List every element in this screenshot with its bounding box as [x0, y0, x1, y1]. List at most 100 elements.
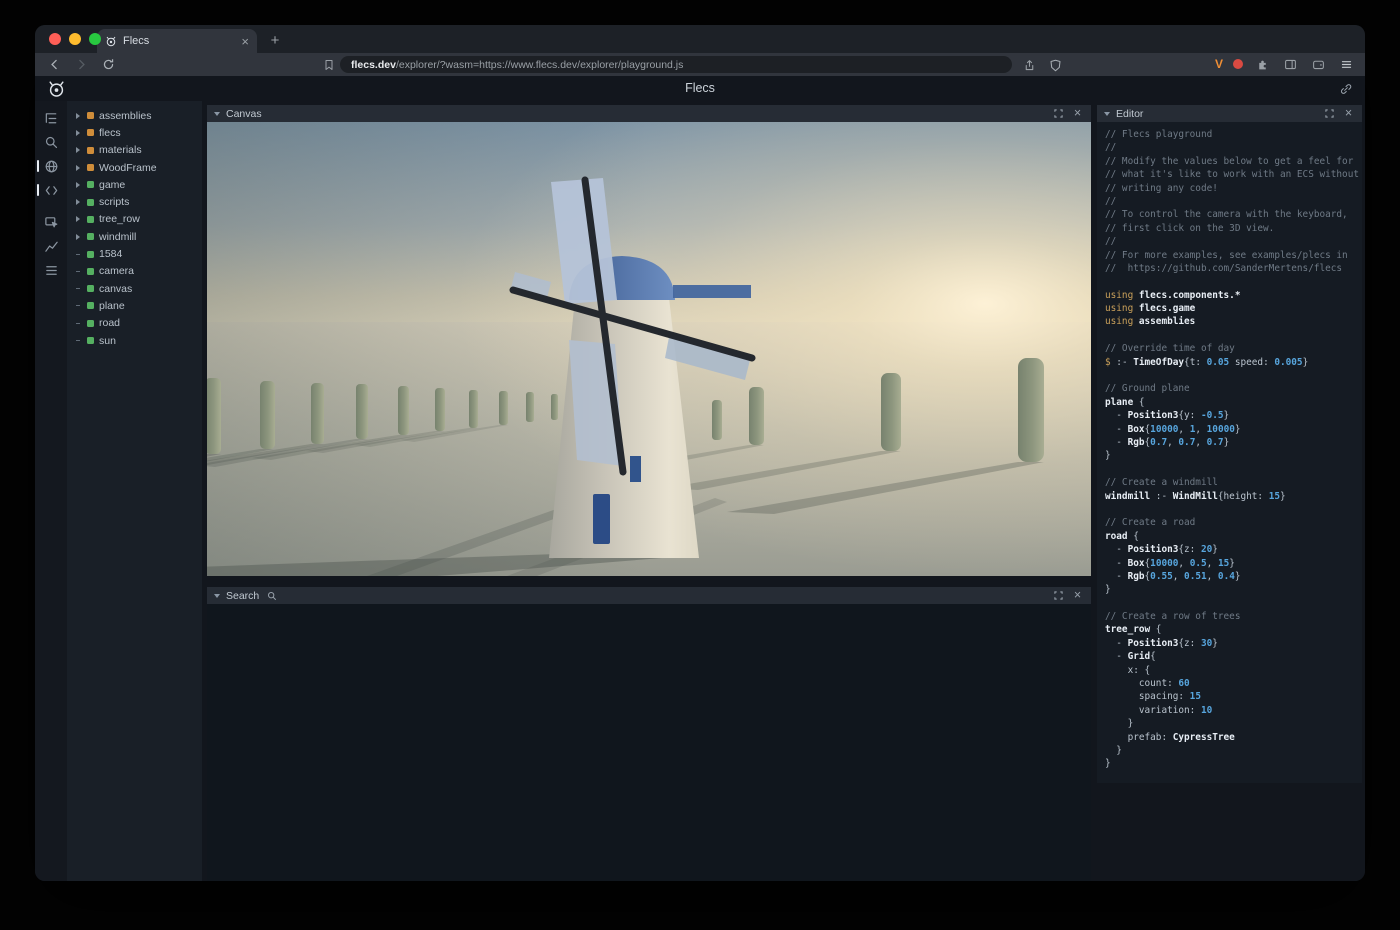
- tree-item-tree_row[interactable]: tree_row: [67, 211, 202, 228]
- code-line: // first click on the 3D view.: [1105, 222, 1362, 235]
- canvas-view-icon[interactable]: [35, 157, 67, 175]
- expand-arrow-icon[interactable]: [74, 130, 82, 136]
- expand-arrow-icon[interactable]: [74, 199, 82, 205]
- code-line: - Grid{: [1105, 650, 1362, 663]
- tree-item-canvas[interactable]: canvas: [67, 280, 202, 297]
- new-tab-button[interactable]: +: [265, 30, 285, 50]
- code-line: // Override time of day: [1105, 342, 1362, 355]
- extensions-puzzle-icon[interactable]: [1253, 55, 1271, 73]
- flecs-explorer-page: Flecs: [35, 76, 1365, 881]
- expand-arrow-icon[interactable]: [74, 234, 82, 240]
- tree-item-label: assemblies: [99, 110, 152, 122]
- code-line: [1105, 463, 1362, 476]
- tree-item-label: plane: [99, 300, 125, 312]
- code-line: using flecs.components.*: [1105, 289, 1362, 302]
- stats-chart-icon[interactable]: [35, 237, 67, 255]
- fullscreen-icon[interactable]: [1052, 589, 1065, 602]
- tab-close-icon[interactable]: ×: [241, 35, 249, 48]
- search-magnifier-icon: [265, 589, 278, 602]
- code-line: using flecs.game: [1105, 302, 1362, 315]
- tree-item-materials[interactable]: materials: [67, 142, 202, 159]
- expand-arrow-icon[interactable]: [74, 182, 82, 188]
- brave-shield-icon[interactable]: [1046, 56, 1064, 74]
- code-line: }: [1105, 744, 1362, 757]
- tree-item-WoodFrame[interactable]: WoodFrame: [67, 159, 202, 176]
- bookmark-sidebar-icon[interactable]: [320, 56, 338, 74]
- tree-item-1584[interactable]: 1584: [67, 245, 202, 262]
- search-panel-title: Search: [226, 590, 259, 602]
- tree-item-windmill[interactable]: windmill: [67, 228, 202, 245]
- code-line: variation: 10: [1105, 704, 1362, 717]
- tree-item-flecs[interactable]: flecs: [67, 124, 202, 141]
- code-line: // what it's like to work with an ECS wi…: [1105, 168, 1362, 181]
- back-button[interactable]: [45, 55, 63, 73]
- expand-arrow-icon[interactable]: [74, 216, 82, 222]
- code-line: prefab: CypressTree: [1105, 731, 1362, 744]
- reload-button[interactable]: [99, 55, 117, 73]
- desktop-background: Flecs × + flecs.dev/expl: [0, 0, 1400, 930]
- fullscreen-icon[interactable]: [1052, 107, 1065, 120]
- fullscreen-icon[interactable]: [1323, 107, 1336, 120]
- share-link-icon[interactable]: [1337, 80, 1355, 98]
- close-window-button[interactable]: [49, 33, 61, 45]
- code-line: }: [1105, 583, 1362, 596]
- code-line: // Ground plane: [1105, 382, 1362, 395]
- tree-item-road[interactable]: road: [67, 315, 202, 332]
- share-icon[interactable]: [1020, 56, 1038, 74]
- entity-color-square: [87, 112, 94, 119]
- browser-tab[interactable]: Flecs ×: [97, 29, 257, 53]
- code-line: //: [1105, 141, 1362, 154]
- tree-item-label: game: [99, 179, 125, 191]
- extension-v-icon[interactable]: V: [1215, 57, 1223, 71]
- collapse-chevron-icon[interactable]: [214, 594, 220, 598]
- collapse-chevron-icon[interactable]: [1104, 112, 1110, 116]
- tree-item-plane[interactable]: plane: [67, 297, 202, 314]
- search-results-area[interactable]: [207, 604, 1091, 881]
- tree-item-game[interactable]: game: [67, 176, 202, 193]
- entity-color-square: [87, 320, 94, 327]
- sidebar-toggle-icon[interactable]: [1281, 55, 1299, 73]
- tree-item-sun[interactable]: sun: [67, 332, 202, 349]
- wallet-icon[interactable]: [1309, 55, 1327, 73]
- leaf-dash-icon: [74, 254, 82, 255]
- leaf-dash-icon: [74, 288, 82, 289]
- entity-tree-icon[interactable]: [35, 109, 67, 127]
- close-panel-icon[interactable]: ×: [1071, 589, 1084, 602]
- tree-item-label: tree_row: [99, 213, 140, 225]
- tree-item-label: 1584: [99, 248, 122, 260]
- tree-item-camera[interactable]: camera: [67, 263, 202, 280]
- code-line: // To control the camera with the keyboa…: [1105, 208, 1362, 221]
- code-line: }: [1105, 717, 1362, 730]
- extension-red-icon[interactable]: [1233, 59, 1243, 69]
- close-panel-icon[interactable]: ×: [1342, 107, 1355, 120]
- tree-item-assemblies[interactable]: assemblies: [67, 107, 202, 124]
- url-path: /explorer/?wasm=https://www.flecs.dev/ex…: [396, 59, 683, 71]
- code-line: - Box{10000, 1, 10000}: [1105, 423, 1362, 436]
- query-search-icon[interactable]: [35, 133, 67, 151]
- tree-item-scripts[interactable]: scripts: [67, 193, 202, 210]
- menu-icon[interactable]: [1337, 55, 1355, 73]
- leaf-dash-icon: [74, 323, 82, 324]
- code-editor-icon[interactable]: [35, 181, 67, 199]
- address-bar[interactable]: flecs.dev/explorer/?wasm=https://www.fle…: [340, 56, 1012, 73]
- 3d-canvas-view[interactable]: [207, 122, 1091, 576]
- minimize-window-button[interactable]: [69, 33, 81, 45]
- editor-code[interactable]: // Flecs playground//// Modify the value…: [1097, 122, 1362, 783]
- canvas-panel-title: Canvas: [226, 108, 262, 120]
- code-line: // writing any code!: [1105, 182, 1362, 195]
- collapse-chevron-icon[interactable]: [214, 112, 220, 116]
- canvas-panel-header: Canvas ×: [207, 105, 1091, 122]
- code-line: // https://github.com/SanderMertens/flec…: [1105, 262, 1362, 275]
- expand-arrow-icon[interactable]: [74, 165, 82, 171]
- tab-title: Flecs: [123, 35, 235, 47]
- commands-list-icon[interactable]: [35, 261, 67, 279]
- search-panel-header: Search ×: [207, 587, 1091, 604]
- zoom-window-button[interactable]: [89, 33, 101, 45]
- expand-arrow-icon[interactable]: [74, 113, 82, 119]
- forward-button[interactable]: [72, 55, 90, 73]
- code-line: road {: [1105, 530, 1362, 543]
- code-line: using assemblies: [1105, 315, 1362, 328]
- inspector-icon[interactable]: [35, 213, 67, 231]
- close-panel-icon[interactable]: ×: [1071, 107, 1084, 120]
- expand-arrow-icon[interactable]: [74, 147, 82, 153]
